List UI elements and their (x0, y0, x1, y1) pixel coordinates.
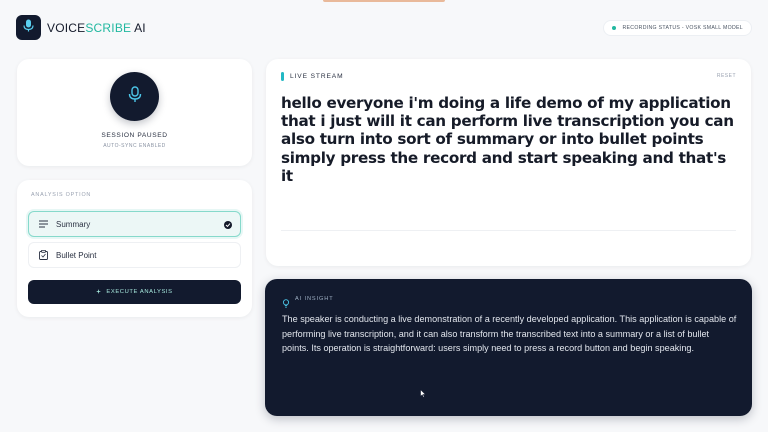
status-dot-icon (612, 26, 617, 30)
session-status: SESSION PAUSED (101, 132, 168, 139)
session-card: SESSION PAUSED AUTO-SYNC ENABLED (17, 59, 252, 166)
clipboard-icon (39, 250, 51, 260)
analysis-card: ANALYSIS OPTION Summary Bullet Point EXE… (17, 180, 252, 317)
app-title: VOICESCRIBE AI (47, 21, 146, 35)
execute-analysis-button[interactable]: EXECUTE ANALYSIS (28, 280, 241, 304)
app-header: VOICESCRIBE AI RECORDING STATUS - VOSK S… (16, 15, 752, 41)
top-accent-bar (323, 0, 445, 2)
lightbulb-icon (282, 295, 290, 308)
app-title-word-3: AI (131, 21, 146, 35)
session-sync-status: AUTO-SYNC ENABLED (103, 143, 166, 149)
recording-status-text: RECORDING STATUS - VOSK SMALL MODEL (622, 25, 743, 31)
logo (16, 15, 41, 40)
option-bullet-point-label: Bullet Point (56, 250, 97, 260)
reset-button[interactable]: RESET (717, 73, 736, 79)
live-stream-label: LIVE STREAM (290, 73, 344, 80)
sparkle-icon (96, 288, 102, 296)
check-circle-icon (224, 221, 232, 229)
analysis-section-label: ANALYSIS OPTION (31, 192, 92, 198)
microphone-icon (128, 85, 142, 108)
transcript-text: hello everyone i'm doing a life demo of … (281, 94, 734, 185)
execute-analysis-label: EXECUTE ANALYSIS (106, 289, 173, 295)
live-indicator-bar (281, 72, 284, 81)
app-title-word-1: VOICE (47, 21, 86, 35)
record-button[interactable] (110, 72, 159, 121)
divider (281, 230, 736, 231)
mouse-cursor-icon (420, 385, 427, 398)
microphone-icon (23, 19, 34, 37)
ai-insight-text: The speaker is conducting a live demonst… (282, 314, 737, 353)
list-icon (39, 219, 51, 229)
option-bullet-point[interactable]: Bullet Point (28, 242, 241, 268)
option-summary[interactable]: Summary (28, 211, 241, 237)
option-summary-label: Summary (56, 219, 91, 229)
recording-status-badge: RECORDING STATUS - VOSK SMALL MODEL (603, 20, 752, 36)
ai-insight-card: AI INSIGHT The speaker is conducting a l… (265, 279, 752, 416)
live-stream-card: LIVE STREAM RESET hello everyone i'm doi… (266, 59, 751, 266)
ai-insight-label: AI INSIGHT (295, 296, 334, 302)
app-title-word-2: SCRIBE (85, 21, 132, 35)
